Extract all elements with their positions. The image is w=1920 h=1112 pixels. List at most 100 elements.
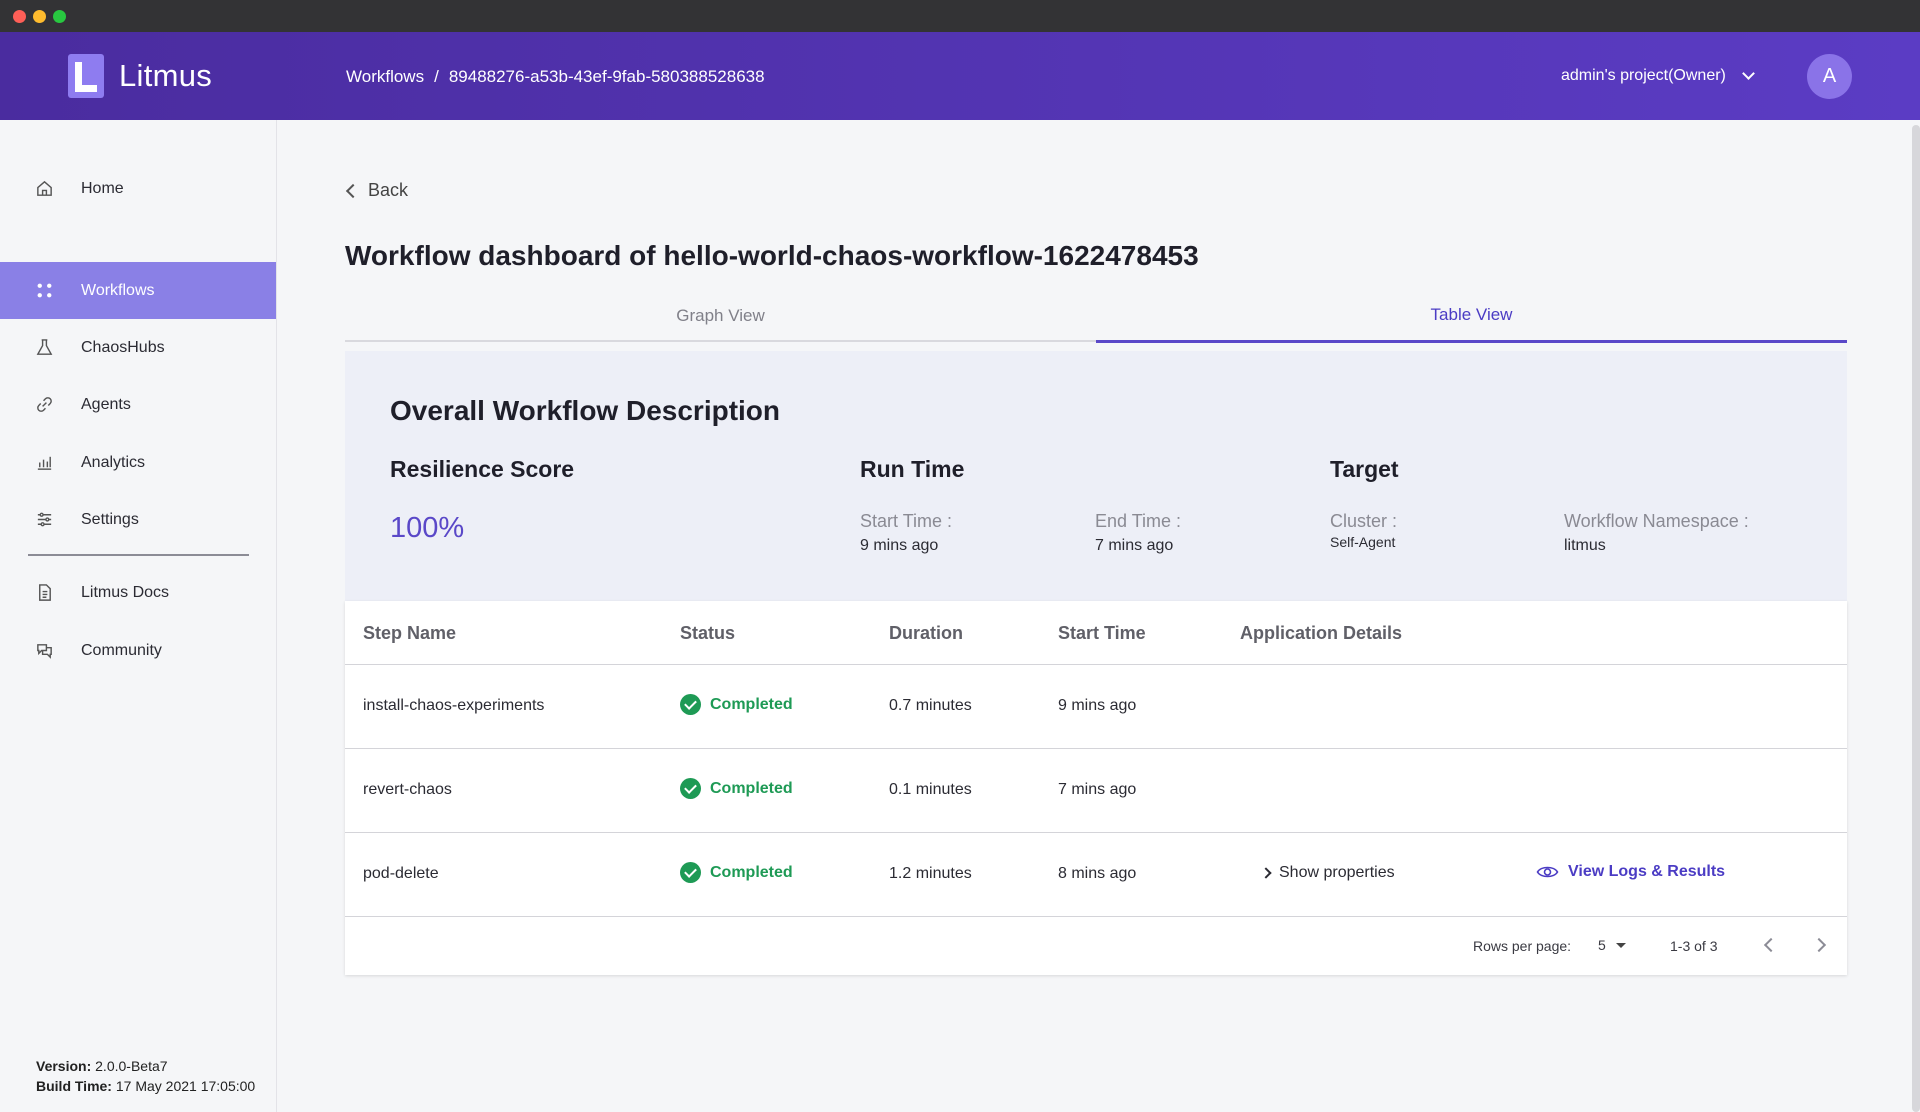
check-circle-icon <box>680 694 701 715</box>
column-header-step-name[interactable]: Step Name <box>363 623 456 644</box>
sidebar-divider <box>28 554 249 556</box>
resilience-heading: Resilience Score <box>390 456 575 482</box>
cluster-value: Self-Agent <box>1330 534 1396 550</box>
start-time: 8 mins ago <box>1058 865 1137 882</box>
sidebar-item-label: Agents <box>81 395 131 413</box>
close-window-button[interactable] <box>13 10 26 23</box>
step-name: pod-delete <box>363 865 439 882</box>
rows-per-page-label: Rows per page: <box>1473 938 1572 954</box>
column-header-start-time[interactable]: Start Time <box>1058 623 1146 644</box>
workflows-icon <box>34 281 54 301</box>
rows-per-page-value: 5 <box>1598 937 1606 953</box>
status-badge: Completed <box>680 778 793 799</box>
breadcrumb-current: 89488276-a53b-43ef-9fab-580388528638 <box>448 67 765 86</box>
step-name: revert-chaos <box>363 781 452 798</box>
sidebar-item-label: Community <box>81 641 162 659</box>
sidebar-item-analytics[interactable]: Analytics <box>0 434 276 491</box>
workflow-description-panel: Overall Workflow Description Resilience … <box>345 351 1847 601</box>
version-label: Version: <box>36 1058 92 1074</box>
table-row[interactable]: revert-chaos Completed 0.1 minutes 7 min… <box>345 749 1847 833</box>
sidebar-item-label: ChaosHubs <box>81 338 165 356</box>
check-circle-icon <box>680 778 701 799</box>
namespace-value: litmus <box>1564 537 1606 554</box>
column-header-status[interactable]: Status <box>680 623 735 644</box>
project-name: admin's project(Owner) <box>1561 67 1726 84</box>
document-icon <box>34 583 54 603</box>
sidebar-item-label: Settings <box>81 510 139 528</box>
chevron-down-icon <box>1742 67 1755 80</box>
show-properties-label: Show properties <box>1279 864 1395 881</box>
column-header-duration[interactable]: Duration <box>889 623 963 644</box>
bar-chart-icon <box>34 453 54 473</box>
sidebar-item-community[interactable]: Community <box>0 622 276 679</box>
breadcrumb: Workflows / 89488276-a53b-43ef-9fab-5803… <box>346 67 765 87</box>
view-tabs: Graph View Table View <box>345 290 1847 343</box>
sidebar-item-chaoshubs[interactable]: ChaosHubs <box>0 319 276 376</box>
table-pagination: Rows per page: 5 1-3 of 3 <box>345 918 1847 975</box>
flask-icon <box>34 338 54 358</box>
app-name[interactable]: Litmus <box>119 58 212 94</box>
main-scrollbar[interactable] <box>1912 125 1920 1112</box>
chat-icon <box>34 641 54 661</box>
status-badge: Completed <box>680 694 793 715</box>
build-time-label: Build Time: <box>36 1078 112 1094</box>
table-header: Step Name Status Duration Start Time App… <box>345 601 1847 665</box>
sidebar-item-label: Home <box>81 179 124 197</box>
avatar[interactable]: A <box>1807 54 1852 99</box>
table-row[interactable]: pod-delete Completed 1.2 minutes 8 mins … <box>345 833 1847 917</box>
tab-table-view[interactable]: Table View <box>1096 290 1847 343</box>
version-info: Version: 2.0.0-Beta7 Build Time: 17 May … <box>36 1056 255 1096</box>
pagination-range: 1-3 of 3 <box>1670 938 1718 954</box>
column-header-application-details: Application Details <box>1240 623 1403 643</box>
rows-per-page-select[interactable]: 5 <box>1598 937 1626 953</box>
start-time-value: 9 mins ago <box>860 537 939 554</box>
status-badge: Completed <box>680 862 793 883</box>
app-header: Litmus Workflows / 89488276-a53b-43ef-9f… <box>0 32 1920 120</box>
runtime-heading: Run Time <box>860 456 965 482</box>
table-row[interactable]: install-chaos-experiments Completed 0.7 … <box>345 665 1847 749</box>
home-icon <box>34 179 54 199</box>
chevron-right-icon <box>1260 867 1272 879</box>
sidebar-item-workflows[interactable]: Workflows <box>0 262 276 319</box>
resilience-score: 100% <box>390 512 465 544</box>
minimize-window-button[interactable] <box>33 10 46 23</box>
breadcrumb-separator: / <box>434 67 439 86</box>
step-name: install-chaos-experiments <box>363 697 545 714</box>
sliders-icon <box>34 510 54 530</box>
back-button[interactable]: Back <box>345 180 409 201</box>
show-properties-button[interactable]: Show properties <box>1260 864 1395 882</box>
back-label: Back <box>368 180 409 200</box>
window-titlebar <box>0 0 1920 32</box>
end-time-label: End Time : <box>1095 511 1182 531</box>
tab-graph-view[interactable]: Graph View <box>345 290 1096 342</box>
sidebar-item-agents[interactable]: Agents <box>0 376 276 433</box>
view-logs-label: View Logs & Results <box>1568 863 1726 880</box>
sidebar-item-settings[interactable]: Settings <box>0 491 276 548</box>
status-text: Completed <box>710 779 793 797</box>
previous-page-button[interactable] <box>1763 937 1779 953</box>
sidebar-item-home[interactable]: Home <box>0 160 276 217</box>
view-logs-button[interactable]: View Logs & Results <box>1536 863 1725 881</box>
duration: 1.2 minutes <box>889 865 972 882</box>
target-heading: Target <box>1330 456 1399 482</box>
sidebar-item-label: Workflows <box>81 281 155 299</box>
duration: 0.1 minutes <box>889 781 972 798</box>
next-page-button[interactable] <box>1811 937 1827 953</box>
status-text: Completed <box>710 695 793 713</box>
version-value: 2.0.0-Beta7 <box>95 1058 168 1074</box>
steps-table: Step Name Status Duration Start Time App… <box>345 601 1847 975</box>
description-title: Overall Workflow Description <box>390 395 781 426</box>
cluster-label: Cluster : <box>1330 511 1398 531</box>
maximize-window-button[interactable] <box>53 10 66 23</box>
check-circle-icon <box>680 862 701 883</box>
status-text: Completed <box>710 863 793 881</box>
project-selector[interactable]: admin's project(Owner) <box>1561 67 1755 85</box>
sidebar: Home Workflows ChaosHubs Agents Analytic… <box>0 120 277 1112</box>
eye-icon <box>1536 864 1559 880</box>
sidebar-item-litmus-docs[interactable]: Litmus Docs <box>0 564 276 621</box>
breadcrumb-workflows-link[interactable]: Workflows <box>346 67 424 87</box>
sidebar-item-label: Litmus Docs <box>81 583 170 601</box>
start-time: 7 mins ago <box>1058 781 1137 798</box>
litmus-logo-icon[interactable] <box>68 54 104 98</box>
chevron-left-icon <box>345 183 361 198</box>
